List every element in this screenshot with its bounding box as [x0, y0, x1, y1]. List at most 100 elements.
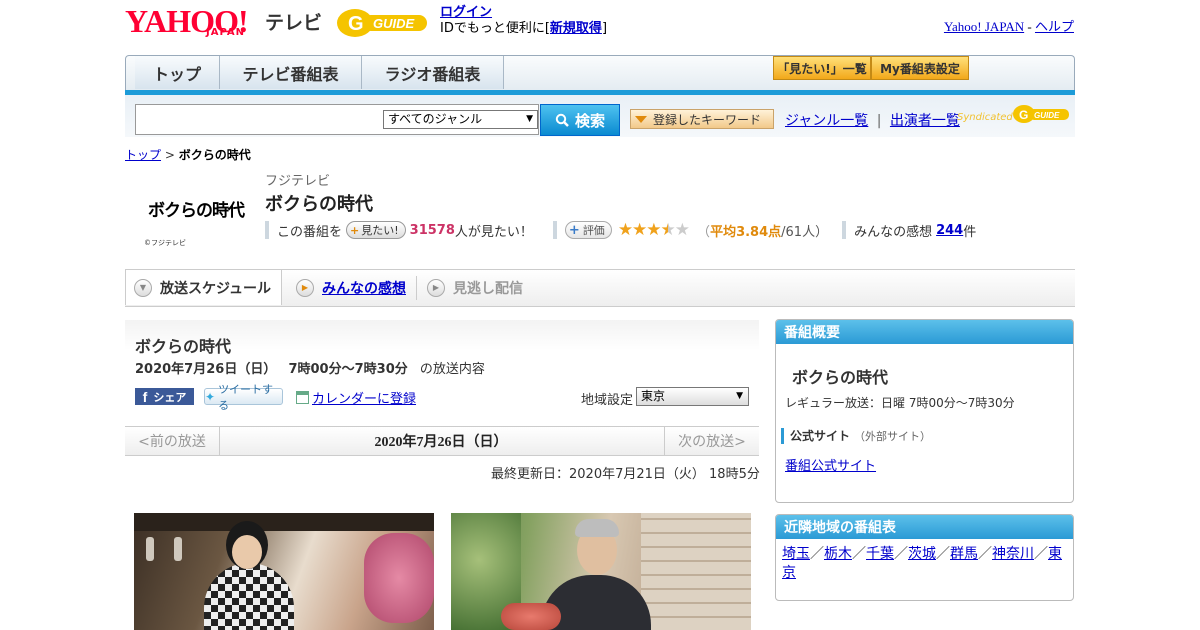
region-separator: ／	[1034, 546, 1048, 562]
impressions-count-link[interactable]: 244	[936, 223, 963, 238]
program-meta-row: この番組を + 見たい! 31578 人が見たい！ + 評価 ★★★★★ （平均…	[265, 220, 977, 240]
tab-catchup-label: 見逃し配信	[453, 280, 523, 297]
region-link-gunma[interactable]: 群馬	[950, 546, 978, 562]
search-icon	[555, 113, 569, 127]
genre-list-link[interactable]: ジャンル一覧	[785, 113, 868, 129]
nav-tab-tv-schedule[interactable]: テレビ番組表	[220, 56, 362, 89]
login-close-bracket: ]	[601, 21, 608, 36]
registered-keyword-label: 登録したキーワード	[653, 112, 762, 127]
calendar-register[interactable]: カレンダーに登録	[296, 388, 416, 407]
nav-tab-radio-schedule[interactable]: ラジオ番組表	[362, 56, 504, 89]
region-link-kanagawa[interactable]: 神奈川	[992, 546, 1034, 562]
photo-person-left	[204, 563, 294, 630]
broadcast-datetime: 2020年7月26日（日） 7時00分～7時30分 の放送内容	[135, 358, 485, 377]
search-button[interactable]: 検索	[540, 104, 620, 136]
station-name: フジテレビ	[265, 174, 331, 189]
pager-date: 2020年7月26日（日）	[374, 435, 508, 450]
mitai-suffix: 人が見たい！	[454, 224, 533, 240]
signup-link[interactable]: 新規取得	[550, 21, 602, 36]
calendar-link[interactable]: カレンダーに登録	[312, 388, 416, 407]
next-broadcast-button[interactable]: 次の放送>	[664, 427, 759, 455]
tab-broadcast-schedule-label: 放送スケジュール	[160, 280, 272, 297]
calendar-icon	[296, 391, 309, 404]
search-button-label: 検索	[574, 111, 605, 130]
triangle-down-icon	[635, 115, 647, 123]
header-dash: -	[1027, 19, 1032, 34]
region-link-ibaraki[interactable]: 茨城	[908, 546, 936, 562]
svg-text:G: G	[348, 13, 364, 35]
avg-count: /61人）	[781, 224, 829, 240]
link-separator: |	[876, 113, 882, 129]
tab-catchup[interactable]: ▶ 見逃し配信	[427, 270, 523, 305]
mitai-button-label: 見たい!	[361, 224, 399, 237]
tab-divider	[416, 276, 417, 300]
chevron-down-icon: ▼	[526, 114, 533, 124]
region-link-chiba[interactable]: 千葉	[866, 546, 894, 562]
breadcrumb: トップ > ボクらの時代	[125, 146, 251, 163]
my-schedule-settings-button[interactable]: My番組表設定	[871, 56, 969, 80]
nav-tab-top[interactable]: トップ	[135, 56, 220, 89]
tab-impressions[interactable]: ▶ みんなの感想	[296, 270, 406, 305]
region-separator: ／	[810, 546, 824, 562]
official-site-label: 公式サイト	[790, 429, 851, 443]
divider	[265, 221, 269, 239]
chevron-down-icon: ▼	[736, 391, 743, 401]
broadcast-pager: <前の放送 2020年7月26日（日） 次の放送>	[125, 426, 759, 456]
breadcrumb-top-link[interactable]: トップ	[125, 148, 161, 162]
photo-stone-wall	[641, 513, 751, 630]
overview-title: ボクらの時代	[792, 368, 889, 387]
breadcrumb-separator: >	[164, 148, 175, 162]
plus-icon: +	[568, 222, 580, 238]
login-link[interactable]: ログイン	[440, 5, 492, 20]
tv-label: テレビ	[265, 12, 323, 34]
star-half-icon: ★	[660, 220, 676, 240]
svg-text:GUIDE: GUIDE	[1034, 111, 1060, 120]
prev-broadcast-button[interactable]: <前の放送	[125, 427, 220, 455]
region-select[interactable]: 東京 ▼	[636, 387, 749, 406]
genre-select[interactable]: すべてのジャンル ▼	[383, 110, 538, 129]
region-link-tochigi[interactable]: 栃木	[824, 546, 852, 562]
rating-average: （平均3.84点/61人）	[697, 221, 828, 240]
breadcrumb-current: ボクらの時代	[178, 148, 251, 162]
performer-list-link[interactable]: 出演者一覧	[890, 113, 960, 129]
program-title: ボクらの時代	[265, 194, 373, 215]
tweet-button[interactable]: ✦ ツイートする	[204, 383, 283, 412]
mitai-button[interactable]: + 見たい!	[346, 221, 406, 239]
registered-keyword-button[interactable]: 登録したキーワード	[630, 109, 774, 129]
last-updated: 最終更新日：2020年7月21日（火） 18時5分	[491, 467, 760, 482]
official-site-heading: 公式サイト （外部サイト）	[781, 427, 931, 444]
program-copyright: ©フジテレビ	[144, 239, 186, 247]
broadcast-title: ボクらの時代	[135, 337, 232, 356]
heading-bar	[781, 427, 784, 444]
yahoo-japan-link[interactable]: Yahoo! JAPAN	[944, 19, 1024, 34]
plus-icon: +	[350, 223, 360, 237]
facebook-share-label: シェア	[153, 390, 187, 404]
this-program-label: この番組を	[277, 224, 343, 240]
rate-button[interactable]: + 評価	[564, 221, 612, 239]
region-separator: ／	[852, 546, 866, 562]
program-overview-panel: 番組概要 ボクらの時代 レギュラー放送：日曜 7時00分～7時30分 公式サイト…	[775, 319, 1074, 503]
region-separator: ／	[894, 546, 908, 562]
help-link[interactable]: ヘルプ	[1035, 19, 1074, 34]
play-icon: ▶	[427, 278, 445, 297]
star-empty-icon: ★	[674, 220, 690, 240]
program-logo: ボクらの時代	[148, 201, 245, 221]
syndicated-label: Syndicated	[957, 112, 1013, 123]
rating-stars: ★★★★★	[618, 220, 690, 240]
official-site-link[interactable]: 番組公式サイト	[785, 455, 876, 474]
photo-person-hair	[575, 519, 619, 537]
broadcast-date: 2020年7月26日（日）	[135, 362, 277, 377]
tab-broadcast-schedule[interactable]: ▼ 放送スケジュール	[125, 270, 282, 305]
region-link-saitama[interactable]: 埼玉	[782, 546, 810, 562]
rate-button-label: 評価	[582, 224, 605, 237]
mitai-list-button[interactable]: 「見たい!」一覧	[773, 56, 871, 80]
play-icon: ▶	[296, 278, 314, 297]
impressions-suffix: 件	[963, 224, 977, 240]
divider	[552, 221, 557, 239]
tab-impressions-label[interactable]: みんなの感想	[322, 278, 406, 298]
facebook-share-button[interactable]: f シェア	[135, 388, 194, 405]
twitter-bird-icon: ✦	[205, 389, 216, 404]
nearby-region-panel: 近隣地域の番組表 埼玉／栃木／千葉／茨城／群馬／神奈川／東京	[775, 514, 1074, 601]
mitai-count: 31578	[409, 222, 455, 238]
photo-flowers	[501, 603, 561, 630]
